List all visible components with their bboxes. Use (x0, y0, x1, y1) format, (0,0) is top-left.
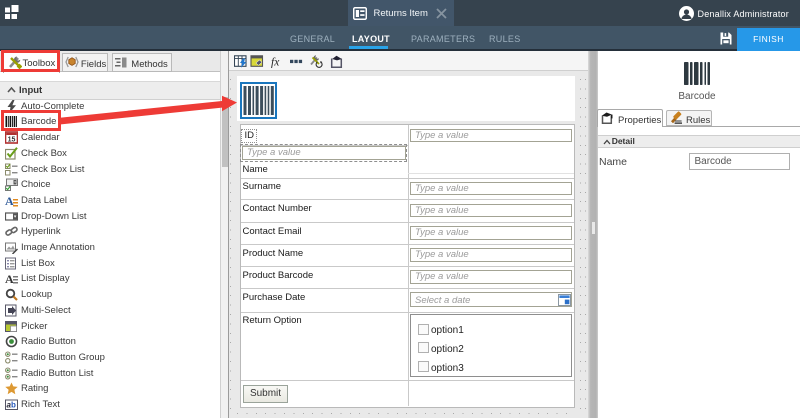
svg-text:A: A (5, 272, 14, 285)
svg-text:15: 15 (8, 137, 16, 144)
svg-text:fx: fx (271, 57, 280, 69)
svg-text:b: b (11, 401, 16, 410)
svg-text:A: A (5, 194, 14, 207)
